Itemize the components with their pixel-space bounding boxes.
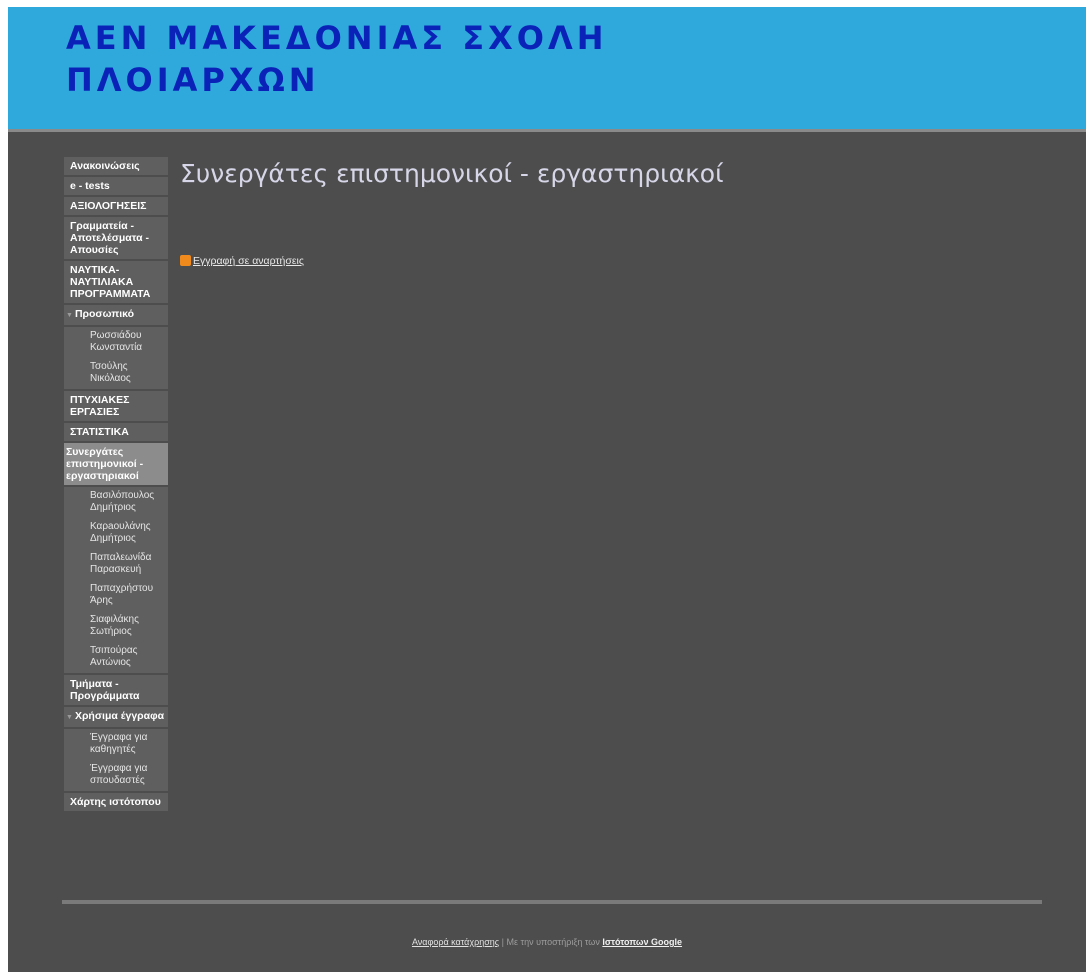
sidebar-item-label: Συνεργάτες επιστημονικοί - εργαστηριακοί [66, 446, 144, 482]
site-title-line1: ΑΕΝ ΜΑΚΕΔΟΝΙΑΣ ΣΧΟΛΗ [66, 19, 608, 57]
site-title[interactable]: ΑΕΝ ΜΑΚΕΔΟΝΙΑΣ ΣΧΟΛΗ ΠΛΟΙΑΡΧΩΝ [66, 17, 608, 101]
footer-separator: | [501, 937, 504, 947]
sidebar-item-departments[interactable]: Τμήματα - Προγράμματα [64, 675, 168, 705]
site-title-line2: ΠΛΟΙΑΡΧΩΝ [66, 61, 320, 99]
sidebar-item-statistics[interactable]: ΣΤΑΤΙΣΤΙΚΑ [64, 423, 168, 441]
subscribe-link[interactable]: Εγγραφή σε αναρτήσεις [193, 255, 304, 267]
sidebar-subitem[interactable]: Καρaουλάνης Δημήτριος [64, 518, 168, 549]
sidebar-subitem[interactable]: Παπαχρήστου Άρης [64, 580, 168, 611]
subscribe-link-row: Εγγραφή σε αναρτήσεις [180, 255, 304, 267]
sidebar-subitem[interactable]: Παπαλεωνίδα Παρασκευή [64, 549, 168, 580]
sidebar-subgroup-staff: Ρωσσιάδου Κωνσταντία Τσούλης Νικόλαος [64, 327, 168, 389]
sidebar-subitem[interactable]: Έγγραφα για σπουδαστές [64, 760, 168, 791]
sidebar-subitem[interactable]: Τσούλης Νικόλαος [64, 358, 168, 389]
sidebar-item-label: ΠΤΥΧΙΑΚΕΣ ΕΡΓΑΣΙΕΣ [70, 394, 130, 418]
sidebar-item-naval-programs[interactable]: ΝΑΥΤΙΚΑ-ΝΑΥΤΙΛΙΑΚΑ ΠΡΟΓΡΑΜΜΑΤΑ [64, 261, 168, 303]
sidebar-subitem[interactable]: Βασιλόπουλος Δημήτριος [64, 487, 168, 518]
sidebar-item-label: Προσωπικό [74, 308, 135, 320]
sidebar-subgroup-collaborators: Βασιλόπουλος Δημήτριος Καρaουλάνης Δημήτ… [64, 487, 168, 673]
site-footer: Αναφορά κατάχρησης | Με την υποστήριξη τ… [8, 937, 1086, 947]
sidebar-item-sitemap[interactable]: Χάρτης ιστότοπου [64, 793, 168, 811]
google-sites-link[interactable]: Ιστότοπων Google [602, 937, 682, 947]
sidebar-item-label: Χρήσιμα έγγραφα [74, 710, 165, 722]
sidebar-subitem[interactable]: Ρωσσιάδου Κωνσταντία [64, 327, 168, 358]
rss-icon[interactable] [180, 255, 191, 266]
sidebar-item-announcements[interactable]: Ανακοινώσεις [64, 157, 168, 175]
site-header: ΑΕΝ ΜΑΚΕΔΟΝΙΑΣ ΣΧΟΛΗ ΠΛΟΙΑΡΧΩΝ [8, 7, 1086, 132]
sidebar-item-label: Ανακοινώσεις [70, 160, 140, 172]
powered-by-text: Με την υποστήριξη των [506, 937, 600, 947]
sidebar-item-label: e - tests [70, 180, 110, 192]
sidebar-item-secretariat[interactable]: Γραμματεία - Αποτελέσματα - Απουσίες [64, 217, 168, 259]
sidebar-item-label: Γραμματεία - Αποτελέσματα - Απουσίες [70, 220, 150, 256]
sidebar-item-label: Τμήματα - Προγράμματα [70, 678, 140, 702]
sidebar-item-label: ΣΤΑΤΙΣΤΙΚΑ [70, 426, 129, 438]
sidebar-item-label: ΝΑΥΤΙΚΑ-ΝΑΥΤΙΛΙΑΚΑ ΠΡΟΓΡΑΜΜΑΤΑ [70, 264, 151, 300]
expand-triangle-icon[interactable]: ▼ [66, 714, 73, 721]
main-content: Συνεργάτες επιστημονικοί - εργαστηριακοί… [180, 157, 1040, 267]
report-abuse-link[interactable]: Αναφορά κατάχρησης [412, 937, 499, 947]
sidebar-item-theses[interactable]: ΠΤΥΧΙΑΚΕΣ ΕΡΓΑΣΙΕΣ [64, 391, 168, 421]
expand-triangle-icon[interactable]: ▼ [66, 312, 73, 319]
sidebar-nav: Ανακοινώσεις e - tests ΑΞΙΟΛΟΓΗΣΕΙΣ Γραμ… [64, 157, 168, 813]
footer-divider [62, 900, 1042, 904]
sidebar-item-staff[interactable]: ▼ Προσωπικό [64, 305, 168, 325]
sidebar-item-label: Χάρτης ιστότοπου [70, 796, 161, 808]
sidebar-item-evaluations[interactable]: ΑΞΙΟΛΟΓΗΣΕΙΣ [64, 197, 168, 215]
sidebar-item-label: ΑΞΙΟΛΟΓΗΣΕΙΣ [70, 200, 147, 212]
sidebar-subgroup-documents: Έγγραφα για καθηγητές Έγγραφα για σπουδα… [64, 729, 168, 791]
sidebar-subitem[interactable]: Τσιπούρας Αντώνιος [64, 642, 168, 673]
sidebar-item-collaborators[interactable]: Συνεργάτες επιστημονικοί - εργαστηριακοί [64, 443, 168, 485]
sidebar-subitem[interactable]: Σιαφιλάκης Σωτήριος [64, 611, 168, 642]
page-title: Συνεργάτες επιστημονικοί - εργαστηριακοί [180, 159, 724, 188]
sidebar-item-documents[interactable]: ▼ Χρήσιμα έγγραφα [64, 707, 168, 727]
page-frame: ΑΕΝ ΜΑΚΕΔΟΝΙΑΣ ΣΧΟΛΗ ΠΛΟΙΑΡΧΩΝ Ανακοινώσ… [8, 7, 1086, 972]
sidebar-item-e-tests[interactable]: e - tests [64, 177, 168, 195]
sidebar-subitem[interactable]: Έγγραφα για καθηγητές [64, 729, 168, 760]
